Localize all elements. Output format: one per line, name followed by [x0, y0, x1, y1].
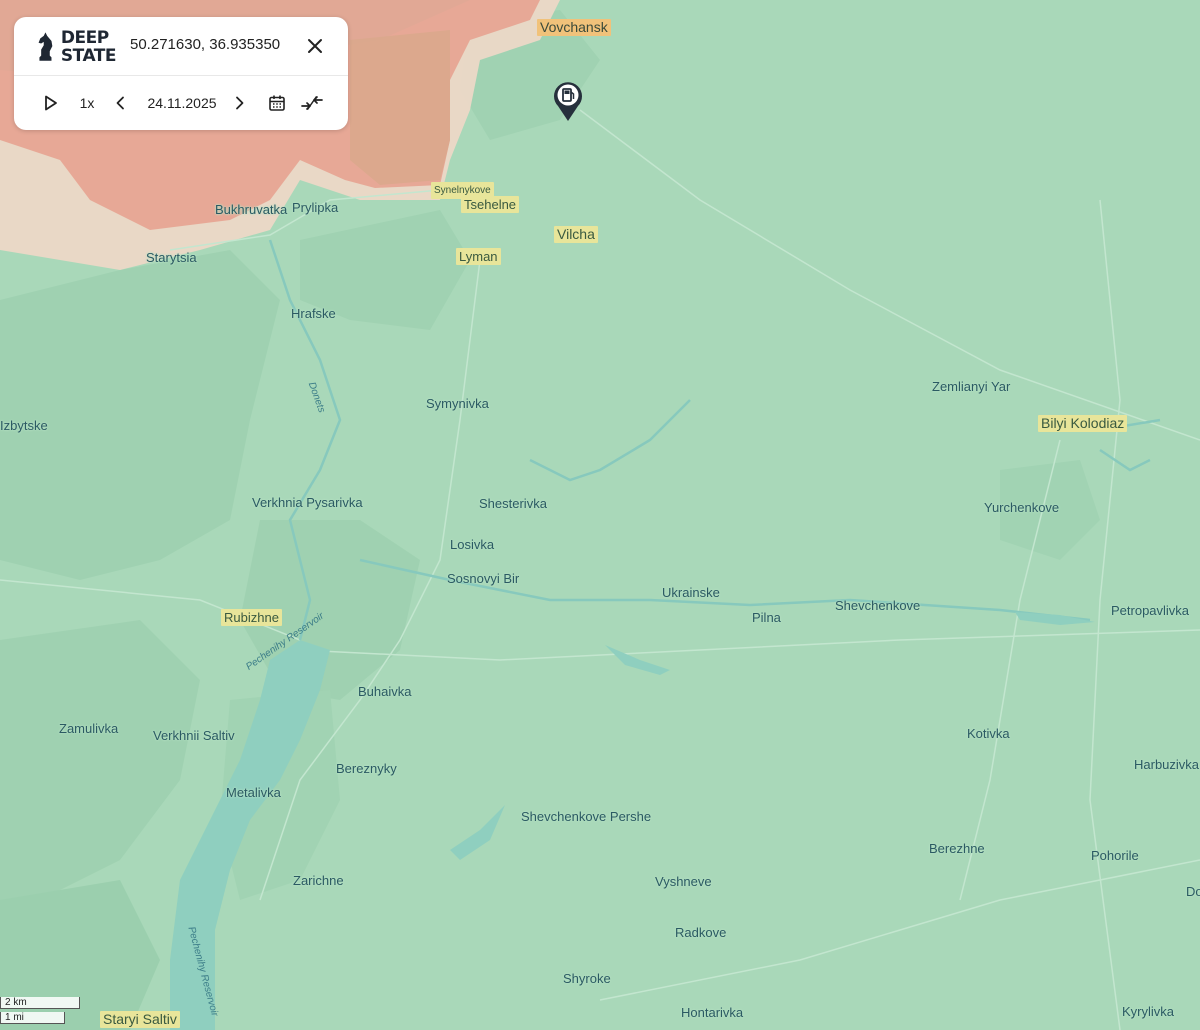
place-label: Bukhruvatka: [215, 202, 288, 217]
coordinates-readout[interactable]: 50.271630, 36.935350: [130, 36, 280, 53]
place-label: Buhaivka: [358, 684, 412, 699]
occupied-territory: [350, 30, 450, 185]
logo-line-1: DEEP: [60, 28, 109, 48]
speed-button[interactable]: 1x: [74, 91, 100, 115]
place-label: Shevchenkove Pershe: [521, 809, 652, 824]
deepstate-logo[interactable]: DEEP STATE: [36, 27, 117, 67]
place-label: Vilcha: [554, 226, 598, 243]
place-label: Pohorile: [1091, 848, 1139, 863]
place-label: Petropavlivka: [1111, 603, 1190, 618]
place-label: Shevchenkove: [835, 598, 921, 613]
play-button[interactable]: [40, 91, 62, 115]
collapse-icon: [301, 96, 323, 110]
place-label: Starytsia: [146, 250, 197, 265]
chevron-right-icon: [236, 96, 244, 110]
map-canvas[interactable]: [0, 0, 1200, 1030]
timeline-control-panel: DEEP STATE 50.271630, 36.935350 1x 24.11…: [14, 17, 348, 130]
place-label: Rubizhne: [221, 609, 282, 626]
place-label: Vovchansk: [537, 19, 611, 36]
place-label: Do: [1186, 884, 1200, 899]
collapse-button[interactable]: [300, 91, 324, 115]
place-label: Bereznyky: [336, 761, 397, 776]
place-label: Zarichne: [293, 873, 344, 888]
knight-logo-icon: [38, 32, 53, 61]
place-label: Zemlianyi Yar: [932, 379, 1011, 394]
calendar-icon: [269, 95, 285, 111]
place-label: Bilyi Kolodiaz: [1038, 415, 1128, 432]
place-label: Tsehelne: [461, 196, 520, 213]
place-label: Kyrylivka: [1122, 1004, 1175, 1019]
place-label: Shyroke: [563, 971, 611, 986]
calendar-button[interactable]: [266, 91, 288, 115]
place-label: Staryi Saltiv: [100, 1011, 180, 1028]
close-icon[interactable]: [304, 35, 326, 57]
place-label: Berezhne: [929, 841, 985, 856]
place-label: Harbuzivka: [1134, 757, 1200, 772]
place-label: Hrafske: [291, 306, 336, 321]
place-label: Lyman: [456, 248, 501, 265]
play-icon: [45, 95, 57, 111]
logo-text: DEEP STATE: [60, 28, 117, 66]
place-label: Verkhnia Pysarivka: [252, 495, 363, 510]
place-label: Shesterivka: [479, 496, 547, 511]
panel-divider: [14, 75, 348, 76]
place-label: Verkhnii Saltiv: [153, 728, 235, 743]
previous-date-button[interactable]: [110, 91, 130, 115]
date-display[interactable]: 24.11.2025: [142, 91, 222, 115]
place-label: Izbytske: [0, 418, 48, 433]
chevron-left-icon: [116, 96, 124, 110]
place-label: Losivka: [450, 537, 495, 552]
place-label: Radkove: [675, 925, 727, 940]
place-label: Pilna: [752, 610, 781, 625]
place-label: Ukrainske: [662, 585, 720, 600]
scale-bar-km: 2 km: [0, 997, 80, 1009]
logo-line-2: STATE: [60, 46, 117, 66]
place-label: Symynivka: [426, 396, 489, 411]
place-label: Metalivka: [226, 785, 281, 800]
place-label: Kotivka: [967, 726, 1010, 741]
scale-bar-mi: 1 mi: [0, 1012, 65, 1024]
place-label: Yurchenkove: [984, 500, 1060, 515]
place-label: Prylipka: [292, 200, 339, 215]
place-label: Sosnovyi Bir: [447, 571, 520, 586]
fuel-station-marker-icon[interactable]: [552, 80, 584, 122]
place-label: Zamulivka: [59, 721, 119, 736]
place-label: Vyshneve: [655, 874, 712, 889]
next-date-button[interactable]: [230, 91, 250, 115]
place-label: Hontarivka: [681, 1005, 744, 1020]
